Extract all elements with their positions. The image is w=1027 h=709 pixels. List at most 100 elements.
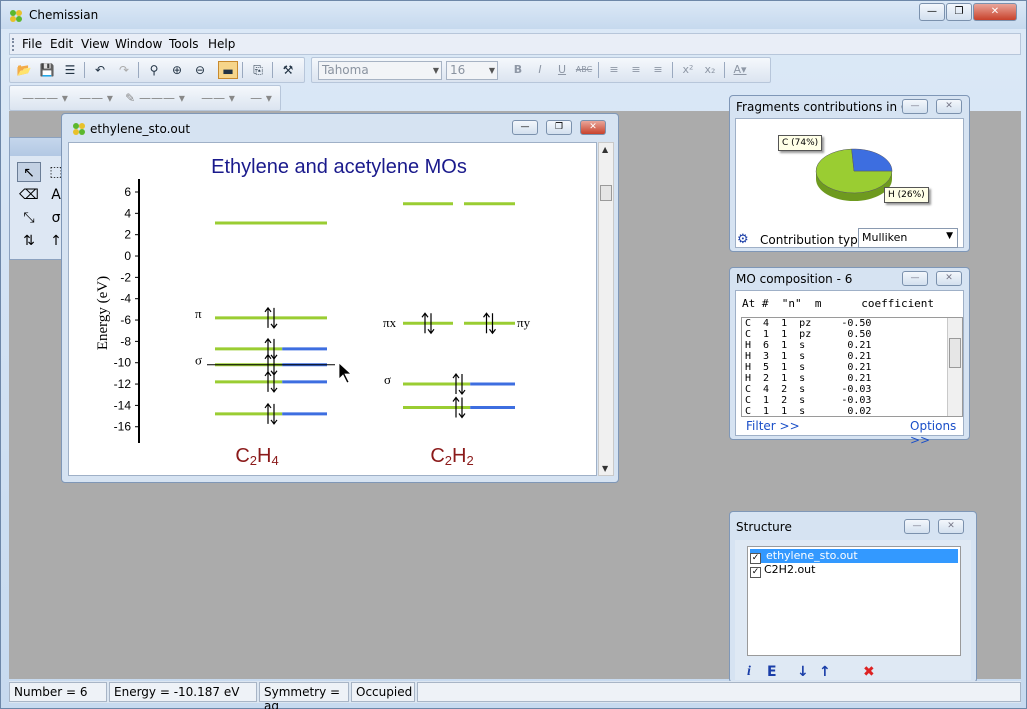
- menu-edit[interactable]: Edit: [50, 37, 73, 51]
- status-empty: [417, 682, 1021, 702]
- align-left-icon[interactable]: ≡: [604, 61, 624, 79]
- minimize-icon[interactable]: —: [902, 271, 928, 286]
- open-folder-icon[interactable]: 📂: [14, 61, 34, 79]
- composition-scrollbar[interactable]: [947, 318, 962, 416]
- level-label: σ: [384, 372, 391, 387]
- mo-window-title: ethylene_sto.out: [90, 122, 191, 136]
- connector-icon[interactable]: ⤡: [17, 208, 41, 228]
- menu-view[interactable]: View: [81, 37, 109, 51]
- structure-list[interactable]: ✓ ethylene_sto.out ✓ C2H2.out: [747, 546, 961, 656]
- eraser-icon[interactable]: ⌫: [17, 185, 41, 205]
- list-item[interactable]: H 6 1 s 0.21: [742, 340, 962, 351]
- scroll-thumb[interactable]: [600, 185, 612, 201]
- arrow-style-combo[interactable]: —— ▾: [194, 89, 242, 107]
- line-style-combo[interactable]: ——— ▾: [18, 89, 72, 107]
- minimize-icon[interactable]: —: [904, 519, 930, 534]
- line-style-toolbar: ——— ▾ —— ▾ ✎ ——— ▾ —— ▾ — ▾: [9, 85, 281, 111]
- font-color-icon[interactable]: A▾: [730, 61, 750, 79]
- y-tick-label: 0: [124, 249, 131, 263]
- maximize-icon[interactable]: ❐: [546, 120, 572, 135]
- zoom-fit-icon[interactable]: ⚲: [144, 61, 164, 79]
- mo-composition-window: MO composition - 6 — ✕ At # "n" m coeffi…: [729, 267, 970, 447]
- list-item[interactable]: H 5 1 s 0.21: [742, 362, 962, 373]
- edit-icon[interactable]: E: [767, 664, 777, 680]
- superscript-icon[interactable]: x²: [678, 61, 698, 79]
- color-bar-icon[interactable]: ▬: [218, 61, 238, 79]
- y-tick-label: -6: [120, 313, 131, 327]
- align-center-icon[interactable]: ≡: [626, 61, 646, 79]
- options-link[interactable]: Options >>: [910, 419, 969, 447]
- list-item[interactable]: H 3 1 s 0.21: [742, 351, 962, 362]
- font-size-combo[interactable]: 16 ▼: [446, 61, 498, 80]
- menu-help[interactable]: Help: [208, 37, 235, 51]
- close-icon[interactable]: ✕: [973, 3, 1017, 21]
- close-icon[interactable]: ✕: [936, 271, 962, 286]
- close-icon[interactable]: ✕: [936, 99, 962, 114]
- underline-icon[interactable]: U: [552, 61, 572, 79]
- fragments-window: Fragments contributions in 6 MO — ✕ C (7…: [729, 95, 970, 252]
- y-tick-label: 6: [124, 185, 131, 199]
- scroll-down-icon[interactable]: ▼: [602, 464, 608, 473]
- copy-icon[interactable]: ⎘: [248, 61, 268, 79]
- redo-icon[interactable]: ↷: [114, 61, 134, 79]
- list-item[interactable]: C 1 1 s 0.02: [742, 406, 962, 416]
- list-item[interactable]: C 1 2 s -0.03: [742, 395, 962, 406]
- info-icon[interactable]: i: [747, 664, 751, 680]
- minimize-icon[interactable]: —: [512, 120, 538, 135]
- structure-item[interactable]: ✓ ethylene_sto.out: [750, 549, 958, 564]
- toolbar-grip[interactable]: [12, 38, 15, 51]
- menu-window[interactable]: Window: [115, 37, 162, 51]
- structure-title: Structure: [736, 520, 792, 534]
- line-width-combo[interactable]: —— ▾: [76, 89, 116, 107]
- line-color-combo[interactable]: ✎ ——— ▾: [120, 89, 190, 107]
- subscript-icon[interactable]: x₂: [700, 61, 720, 79]
- list-item[interactable]: C 4 1 pz -0.50: [742, 318, 962, 329]
- dash-style-combo[interactable]: — ▾: [246, 89, 276, 107]
- structure-panel: ✓ ethylene_sto.out ✓ C2H2.out i E ↓ ↑ ✖: [735, 540, 971, 680]
- font-combo[interactable]: Tahoma ▼: [318, 61, 442, 80]
- app-title: Chemissian: [29, 8, 99, 22]
- mo-diagram-window: ethylene_sto.out — ❐ ✕ Ethylene and acet…: [61, 113, 619, 483]
- zoom-in-icon[interactable]: ⊕: [167, 61, 187, 79]
- move-up-icon[interactable]: ↑: [819, 664, 831, 680]
- status-energy: Energy = -10.187 eV: [109, 682, 257, 702]
- contribution-pie-chart[interactable]: [736, 119, 965, 224]
- fragments-settings-icon[interactable]: ⚙: [737, 232, 749, 247]
- scroll-up-icon[interactable]: ▲: [602, 145, 608, 154]
- list-item[interactable]: H 2 1 s 0.21: [742, 373, 962, 384]
- minimize-icon[interactable]: —: [902, 99, 928, 114]
- move-down-icon[interactable]: ↓: [797, 664, 809, 680]
- align-right-icon[interactable]: ≡: [648, 61, 668, 79]
- undo-icon[interactable]: ↶: [90, 61, 110, 79]
- y-tick-label: -2: [120, 270, 131, 284]
- list-item[interactable]: C 4 2 s -0.03: [742, 384, 962, 395]
- contribution-type-select[interactable]: Mulliken ▼: [858, 228, 958, 248]
- level-label: π: [195, 306, 202, 321]
- list-item[interactable]: C 1 1 pz 0.50: [742, 329, 962, 340]
- menu-file[interactable]: File: [22, 37, 42, 51]
- zoom-out-icon[interactable]: ⊖: [190, 61, 210, 79]
- list-icon[interactable]: ☰: [60, 61, 80, 79]
- electron-pair-icon[interactable]: ⇅: [17, 231, 41, 251]
- pie-slice: [851, 148, 893, 172]
- pointer-icon[interactable]: ↖: [17, 162, 41, 182]
- energy-diagram[interactable]: Ethylene and acetylene MOs Energy (eV) 6…: [69, 143, 598, 477]
- restore-icon[interactable]: ❐: [946, 3, 972, 21]
- checkbox[interactable]: ✓: [750, 567, 761, 578]
- menu-tools[interactable]: Tools: [169, 37, 199, 51]
- italic-icon[interactable]: I: [530, 61, 550, 79]
- composition-list[interactable]: C 4 1 pz -0.50 C 1 1 pz 0.50 H 6 1 s 0.2…: [741, 317, 963, 417]
- status-bar: Number = 6 Energy = -10.187 eV Symmetry …: [9, 681, 1021, 709]
- mo-diagram-canvas[interactable]: Ethylene and acetylene MOs Energy (eV) 6…: [68, 142, 597, 476]
- close-icon[interactable]: ✕: [938, 519, 964, 534]
- settings-tool-icon[interactable]: ⚒: [278, 61, 298, 79]
- minimize-icon[interactable]: —: [919, 3, 945, 21]
- strikethrough-icon[interactable]: ABC: [574, 61, 594, 79]
- mo-vertical-scrollbar[interactable]: ▲ ▼: [598, 142, 614, 476]
- delete-icon[interactable]: ✖: [863, 664, 875, 680]
- close-icon[interactable]: ✕: [580, 120, 606, 135]
- structure-item[interactable]: ✓ C2H2.out: [750, 563, 815, 578]
- bold-icon[interactable]: B: [508, 61, 528, 79]
- save-icon[interactable]: 💾: [37, 61, 57, 79]
- filter-link[interactable]: Filter >>: [746, 419, 800, 433]
